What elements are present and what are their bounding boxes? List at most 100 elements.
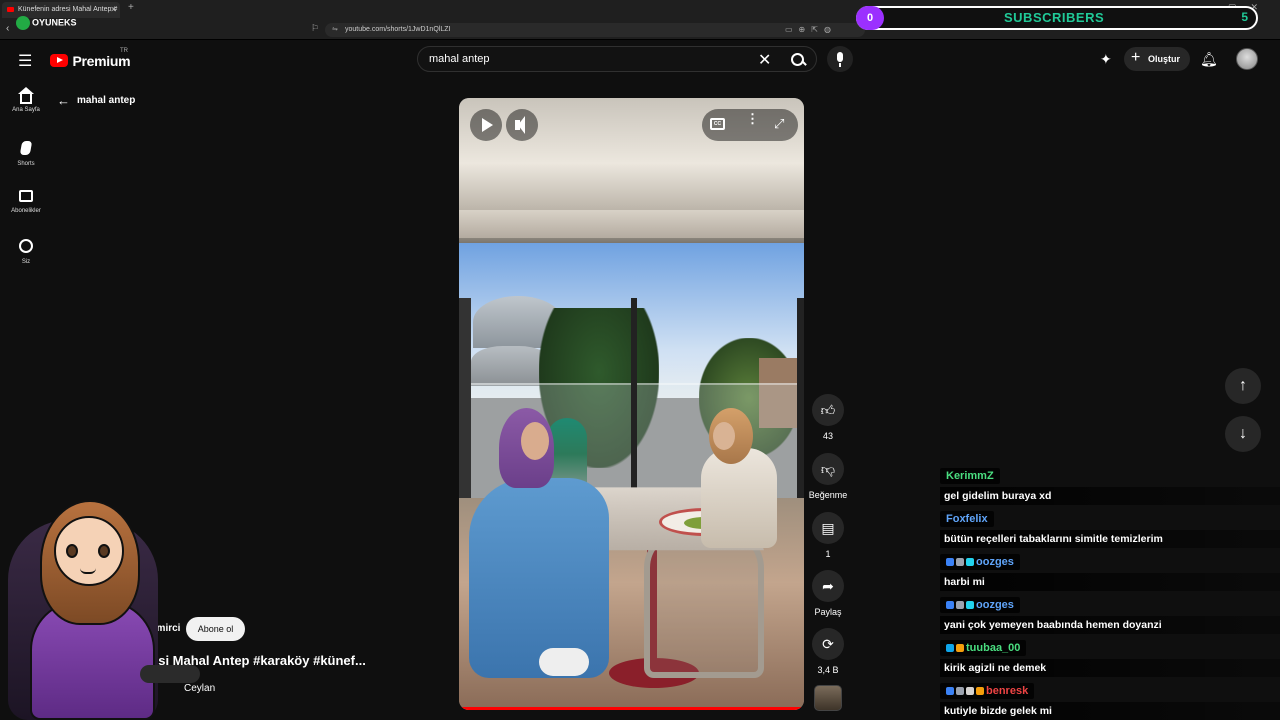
- subscriber-goal-bar: 0 SUBSCRIBERS 5: [856, 6, 1258, 30]
- captions-icon[interactable]: CC: [710, 118, 725, 130]
- chat-message: tuubaa_00 kirik agizli ne demek: [940, 638, 1280, 677]
- video-person-face: [521, 422, 549, 460]
- chat-badge-icon: [966, 687, 974, 695]
- chat-badge-icon: [946, 558, 954, 566]
- chat-message-text: yani çok yemeyen baabında hemen doyanzi: [940, 616, 1280, 634]
- new-tab-icon[interactable]: +: [128, 2, 134, 13]
- video-chair: [644, 528, 764, 678]
- menu-icon[interactable]: ☰: [18, 51, 32, 71]
- previous-short-button[interactable]: ↑: [1225, 368, 1261, 404]
- video-person-face: [713, 422, 735, 450]
- youtube-premium-logo[interactable]: Premium TR: [50, 48, 131, 70]
- share-icon: ➦: [812, 570, 844, 602]
- comments-button[interactable]: ▤ 1: [808, 512, 848, 559]
- chat-badge-icon: [966, 558, 974, 566]
- chat-username: benresk: [940, 683, 1035, 699]
- fullscreen-icon[interactable]: ⤢: [774, 116, 784, 132]
- sidebar-item-you[interactable]: Siz: [0, 239, 52, 265]
- youtube-masthead: ☰ Premium TR mahal antep ✕ ✦ Oluştur 🔔︎: [0, 41, 1280, 77]
- url-field[interactable]: ⇋ youtube.com/shorts/1JwD1nQlLZI: [325, 23, 865, 37]
- sound-thumbnail[interactable]: [814, 685, 842, 711]
- chat-username: tuubaa_00: [940, 640, 1027, 656]
- chat-username-text: tuubaa_00: [966, 642, 1021, 654]
- next-short-button[interactable]: ↓: [1225, 416, 1261, 452]
- remix-icon: ⟳: [812, 628, 844, 660]
- avatar-face: [54, 516, 124, 586]
- video-person-body: [469, 478, 609, 678]
- voice-search-icon[interactable]: [827, 46, 853, 72]
- video-post: [631, 298, 637, 498]
- site-info-icon[interactable]: ⇋: [332, 23, 338, 37]
- chat-username-text: oozges: [976, 599, 1014, 611]
- chat-badge-icon: [956, 601, 964, 609]
- search-input[interactable]: mahal antep: [429, 53, 490, 65]
- sidebar-item-subscriptions[interactable]: Abonelikler: [0, 190, 52, 214]
- remix-button[interactable]: ⟳ 3,4 B: [808, 628, 848, 675]
- chat-username: Foxfelix: [940, 511, 994, 527]
- share-button[interactable]: ➦ Paylaş: [808, 570, 848, 617]
- logo-word: Premium: [72, 52, 131, 69]
- video-person: [459, 408, 624, 688]
- chat-badge-icon: [946, 644, 954, 652]
- chat-badge-icon: [956, 644, 964, 652]
- thumbs-down-icon: 👎︎: [812, 453, 844, 485]
- subscriber-goal: 5: [1241, 10, 1248, 24]
- chat-badge-icon: [966, 601, 974, 609]
- create-button[interactable]: Oluştur: [1124, 46, 1190, 71]
- youtube-favicon-icon: [7, 7, 14, 12]
- chat-message-text: gel gidelim buraya xd: [940, 487, 1280, 505]
- country-code: TR: [120, 48, 128, 54]
- chat-username-text: benresk: [986, 685, 1029, 697]
- progress-bar[interactable]: [459, 707, 804, 710]
- search-box[interactable]: mahal antep ✕: [417, 46, 817, 72]
- search-icon[interactable]: [788, 51, 806, 69]
- logo-text: OYUNEKS: [32, 17, 77, 28]
- chat-message: oozges yani çok yemeyen baabında hemen do…: [940, 595, 1280, 634]
- chat-message-text: kutiyle bizde gelek mi: [940, 702, 1280, 720]
- chat-username-text: Foxfelix: [946, 513, 988, 525]
- extension-icons[interactable]: ▭⊕⇱◍: [785, 25, 837, 34]
- clear-search-icon[interactable]: ✕: [758, 50, 771, 70]
- avatar-eye: [98, 544, 110, 558]
- tab-title: Künefenin adresi Mahal Antep #: [18, 6, 118, 13]
- comment-icon: ▤: [812, 512, 844, 544]
- back-arrow-icon[interactable]: ←: [57, 93, 70, 108]
- video-person-body: [701, 448, 777, 548]
- chat-username: oozges: [940, 597, 1020, 613]
- bookmark-icon[interactable]: ⚐: [311, 23, 319, 34]
- like-count: 43: [822, 431, 833, 441]
- video-beam: [459, 210, 804, 238]
- notifications-icon[interactable]: 🔔︎: [1200, 51, 1218, 68]
- chat-message-text: bütün reçelleri tabaklarını simitle temi…: [940, 530, 1280, 548]
- progress-fill: [459, 707, 804, 710]
- home-icon: [18, 87, 34, 104]
- chat-message: oozges harbi mi: [940, 552, 1280, 591]
- close-tab-icon[interactable]: ✕: [110, 2, 117, 18]
- sidebar-item-shorts[interactable]: Shorts: [0, 141, 52, 167]
- sidebar-item-label: Abonelikler: [11, 208, 41, 214]
- like-button[interactable]: 👍︎ 43: [808, 394, 848, 441]
- chat-username: KerimmZ: [940, 468, 1000, 484]
- more-options-icon[interactable]: ⋮: [746, 112, 759, 125]
- chat-badge-icon: [956, 687, 964, 695]
- shorts-icon: [19, 141, 33, 155]
- back-label[interactable]: mahal antep: [77, 95, 135, 106]
- stream-logo: OYUNEKS: [16, 16, 86, 38]
- account-avatar[interactable]: [1236, 48, 1258, 70]
- chat-message-text: harbi mi: [940, 573, 1280, 591]
- thumbs-up-icon: 👍︎: [812, 394, 844, 426]
- ai-sparkle-icon[interactable]: ✦: [1100, 51, 1112, 68]
- dislike-button[interactable]: 👎︎ Beğenme: [808, 453, 848, 500]
- subscriber-label: SUBSCRIBERS: [1004, 10, 1105, 25]
- volume-icon[interactable]: [506, 109, 538, 141]
- play-icon[interactable]: [470, 109, 502, 141]
- chat-badge-icon: [946, 601, 954, 609]
- sidebar-item-label: Siz: [21, 259, 31, 265]
- sidebar-item-home[interactable]: Ana Sayfa: [0, 87, 52, 113]
- comment-count: 1: [825, 549, 831, 559]
- share-label: Paylaş: [814, 607, 842, 617]
- chat-message: benresk kutiyle bizde gelek mi: [940, 681, 1280, 720]
- short-video-player[interactable]: CC ⋮ ⤢: [459, 98, 804, 710]
- subscriptions-icon: [19, 190, 33, 202]
- browser-back-icon[interactable]: ‹: [6, 23, 9, 34]
